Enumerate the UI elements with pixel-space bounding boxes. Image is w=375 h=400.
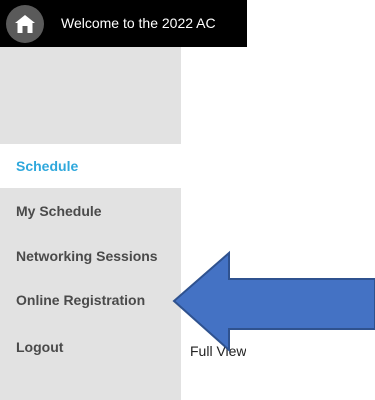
annotation-arrow	[172, 250, 375, 353]
